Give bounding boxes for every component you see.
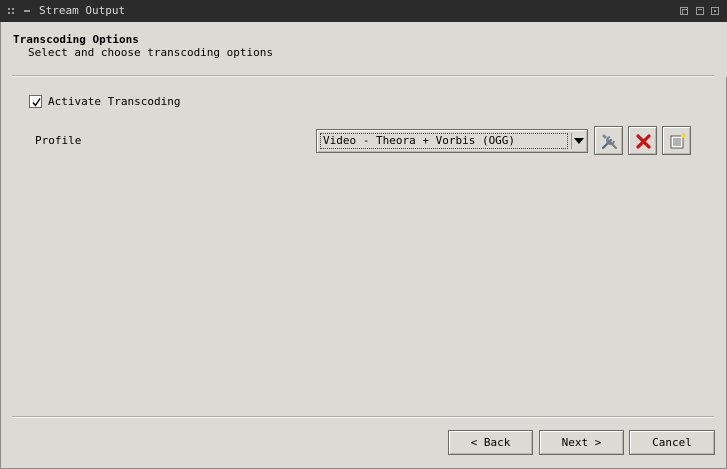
combo-separator [571, 133, 572, 149]
edit-profile-button[interactable] [594, 126, 623, 155]
cancel-button[interactable]: Cancel [629, 430, 715, 455]
dialog-body: Transcoding Options Select and choose tr… [0, 22, 727, 469]
activate-transcoding-checkbox[interactable] [29, 95, 42, 108]
back-button[interactable]: < Back [448, 430, 533, 455]
window-grip-icon[interactable] [8, 8, 14, 14]
profile-combobox[interactable]: Video - Theora + Vorbis (OGG) [316, 129, 588, 153]
checkmark-icon [32, 98, 41, 107]
page-subtitle: Select and choose transcoding options [28, 46, 274, 59]
profile-label: Profile [35, 134, 82, 147]
tools-icon [601, 134, 617, 150]
window-menu-icon[interactable] [24, 10, 30, 12]
chevron-down-icon[interactable] [574, 138, 584, 144]
minimize-icon[interactable] [680, 7, 688, 15]
delete-x-icon [636, 134, 651, 149]
page-title: Transcoding Options [13, 33, 139, 46]
profile-selected-value: Video - Theora + Vorbis (OGG) [320, 133, 568, 149]
close-icon[interactable] [711, 7, 719, 15]
maximize-icon[interactable] [696, 7, 704, 15]
window-title: Stream Output [39, 4, 126, 17]
delete-profile-button[interactable] [628, 126, 657, 155]
next-button[interactable]: Next > [539, 430, 624, 455]
wizard-header: Transcoding Options Select and choose tr… [2, 22, 727, 77]
activate-transcoding-label[interactable]: Activate Transcoding [48, 95, 180, 108]
new-profile-button[interactable] [662, 126, 691, 155]
window-titlebar[interactable]: Stream Output [0, 0, 727, 22]
new-profile-icon [670, 133, 686, 149]
footer-divider [12, 416, 714, 418]
header-divider [12, 75, 714, 77]
